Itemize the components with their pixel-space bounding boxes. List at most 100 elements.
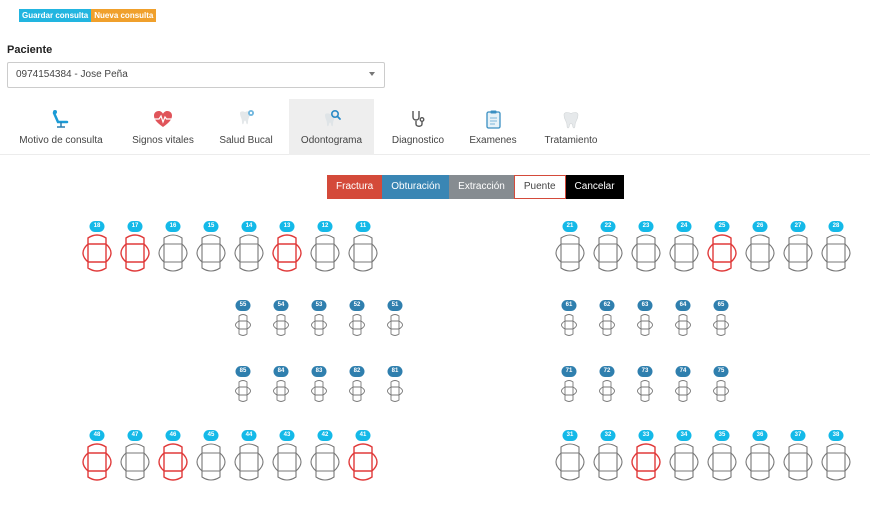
tooth-diagram[interactable] (382, 379, 408, 403)
tooth-diagram[interactable] (817, 443, 855, 481)
tooth-22[interactable]: 22 (589, 221, 627, 273)
tab-signos-vitales[interactable]: Signos vitales (124, 99, 202, 155)
tooth-35[interactable]: 35 (703, 430, 741, 482)
tooth-diagram[interactable] (551, 443, 589, 481)
tooth-diagram[interactable] (741, 443, 779, 481)
tab-odontograma[interactable]: Odontograma (289, 99, 374, 155)
tooth-61[interactable]: 61 (556, 300, 582, 338)
tooth-diagram[interactable] (556, 313, 582, 337)
tooth-diagram[interactable] (230, 234, 268, 272)
tooth-diagram[interactable] (230, 379, 256, 403)
tooth-64[interactable]: 64 (670, 300, 696, 338)
filling-button[interactable]: Obturación (382, 175, 450, 199)
tooth-diagram[interactable] (344, 443, 382, 481)
patient-select[interactable]: 0974154384 - Jose Peña (7, 62, 385, 88)
tooth-28[interactable]: 28 (817, 221, 855, 273)
tooth-24[interactable]: 24 (665, 221, 703, 273)
tooth-diagram[interactable] (703, 443, 741, 481)
tooth-51[interactable]: 51 (382, 300, 408, 338)
tooth-74[interactable]: 74 (670, 366, 696, 404)
tooth-13[interactable]: 13 (268, 221, 306, 273)
tooth-diagram[interactable] (192, 234, 230, 272)
tooth-diagram[interactable] (670, 313, 696, 337)
tooth-diagram[interactable] (344, 379, 370, 403)
tooth-diagram[interactable] (670, 379, 696, 403)
tooth-diagram[interactable] (779, 234, 817, 272)
tooth-11[interactable]: 11 (344, 221, 382, 273)
tooth-34[interactable]: 34 (665, 430, 703, 482)
tooth-diagram[interactable] (230, 443, 268, 481)
tooth-diagram[interactable] (78, 234, 116, 272)
extraction-button[interactable]: Extracción (449, 175, 514, 199)
tooth-83[interactable]: 83 (306, 366, 332, 404)
tooth-diagram[interactable] (306, 443, 344, 481)
tooth-53[interactable]: 53 (306, 300, 332, 338)
tooth-diagram[interactable] (78, 443, 116, 481)
tooth-diagram[interactable] (268, 313, 294, 337)
tab-tratamiento[interactable]: Tratamiento (534, 99, 608, 155)
tab-salud-bucal[interactable]: Salud Bucal (212, 99, 280, 155)
tooth-diagram[interactable] (632, 379, 658, 403)
tooth-23[interactable]: 23 (627, 221, 665, 273)
bridge-button[interactable]: Puente (513, 175, 566, 199)
tooth-diagram[interactable] (268, 443, 306, 481)
tooth-diagram[interactable] (627, 443, 665, 481)
tooth-diagram[interactable] (589, 234, 627, 272)
tooth-15[interactable]: 15 (192, 221, 230, 273)
tooth-diagram[interactable] (594, 313, 620, 337)
tooth-36[interactable]: 36 (741, 430, 779, 482)
tooth-71[interactable]: 71 (556, 366, 582, 404)
tooth-82[interactable]: 82 (344, 366, 370, 404)
tab-motivo-consulta[interactable]: Motivo de consulta (12, 99, 110, 155)
tooth-27[interactable]: 27 (779, 221, 817, 273)
save-consultation-button[interactable]: Guardar consulta (19, 9, 92, 22)
tooth-diagram[interactable] (665, 234, 703, 272)
tooth-16[interactable]: 16 (154, 221, 192, 273)
tooth-diagram[interactable] (556, 379, 582, 403)
chevron-down-icon[interactable] (369, 72, 375, 76)
tooth-diagram[interactable] (703, 234, 741, 272)
tooth-diagram[interactable] (306, 313, 332, 337)
tooth-12[interactable]: 12 (306, 221, 344, 273)
tooth-32[interactable]: 32 (589, 430, 627, 482)
tooth-38[interactable]: 38 (817, 430, 855, 482)
tooth-47[interactable]: 47 (116, 430, 154, 482)
cancel-button[interactable]: Cancelar (565, 175, 624, 199)
tooth-diagram[interactable] (344, 313, 370, 337)
tooth-55[interactable]: 55 (230, 300, 256, 338)
tooth-diagram[interactable] (708, 313, 734, 337)
tooth-21[interactable]: 21 (551, 221, 589, 273)
tooth-52[interactable]: 52 (344, 300, 370, 338)
tooth-diagram[interactable] (627, 234, 665, 272)
tooth-46[interactable]: 46 (154, 430, 192, 482)
tooth-37[interactable]: 37 (779, 430, 817, 482)
tooth-diagram[interactable] (551, 234, 589, 272)
tooth-diagram[interactable] (665, 443, 703, 481)
tooth-diagram[interactable] (708, 379, 734, 403)
tooth-diagram[interactable] (268, 234, 306, 272)
fracture-button[interactable]: Fractura (327, 175, 383, 199)
tooth-54[interactable]: 54 (268, 300, 294, 338)
tooth-62[interactable]: 62 (594, 300, 620, 338)
tooth-diagram[interactable] (344, 234, 382, 272)
tooth-45[interactable]: 45 (192, 430, 230, 482)
tooth-72[interactable]: 72 (594, 366, 620, 404)
tooth-17[interactable]: 17 (116, 221, 154, 273)
tooth-18[interactable]: 18 (78, 221, 116, 273)
tooth-diagram[interactable] (230, 313, 256, 337)
tooth-41[interactable]: 41 (344, 430, 382, 482)
tooth-84[interactable]: 84 (268, 366, 294, 404)
tooth-42[interactable]: 42 (306, 430, 344, 482)
tab-diagnostico[interactable]: Diagnostico (384, 99, 452, 155)
tooth-diagram[interactable] (306, 234, 344, 272)
tooth-diagram[interactable] (817, 234, 855, 272)
tooth-31[interactable]: 31 (551, 430, 589, 482)
tab-examenes[interactable]: Examenes (462, 99, 524, 155)
new-consultation-button[interactable]: Nueva consulta (91, 9, 157, 22)
tooth-81[interactable]: 81 (382, 366, 408, 404)
tooth-diagram[interactable] (116, 443, 154, 481)
tooth-65[interactable]: 65 (708, 300, 734, 338)
tooth-diagram[interactable] (779, 443, 817, 481)
tooth-25[interactable]: 25 (703, 221, 741, 273)
tooth-43[interactable]: 43 (268, 430, 306, 482)
